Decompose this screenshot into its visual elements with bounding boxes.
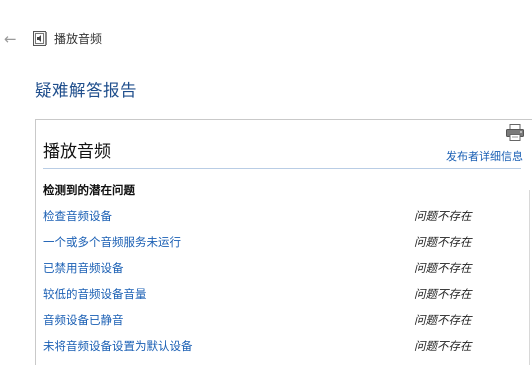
section-divider: [43, 168, 521, 169]
scrollbar-track[interactable]: [529, 190, 530, 365]
issue-row: 未将音频设备设置为默认设备 问题不存在: [43, 338, 483, 356]
app-title: 播放音频: [54, 32, 103, 46]
issue-row: 音频设备已静音 问题不存在: [43, 312, 483, 330]
issue-link[interactable]: 检查音频设备: [43, 208, 112, 224]
issue-status: 问题不存在: [414, 261, 472, 275]
issue-row: 较低的音频设备音量 问题不存在: [43, 286, 483, 304]
issue-link[interactable]: 一个或多个音频服务未运行: [43, 234, 181, 250]
back-arrow-icon: ←: [4, 30, 17, 48]
issue-status: 问题不存在: [414, 313, 472, 327]
issue-row: 一个或多个音频服务未运行 问题不存在: [43, 234, 483, 252]
issue-link[interactable]: 较低的音频设备音量: [43, 286, 147, 302]
issues-heading: 检测到的潜在问题: [43, 183, 135, 197]
issue-status: 问题不存在: [414, 209, 472, 223]
issue-link[interactable]: 已禁用音频设备: [43, 260, 124, 276]
report-title: 疑难解答报告: [35, 81, 137, 100]
issue-link[interactable]: 未将音频设备设置为默认设备: [43, 338, 193, 354]
back-button[interactable]: ←: [4, 30, 20, 48]
publisher-details-link[interactable]: 发布者详细信息: [446, 149, 523, 165]
issue-status: 问题不存在: [414, 235, 472, 249]
section-title: 播放音频: [43, 142, 111, 162]
issue-row: 检查音频设备 问题不存在: [43, 208, 483, 226]
printer-icon[interactable]: [506, 124, 524, 141]
troubleshooter-window: ← 播放音频 疑难解答报告 播放音频 发布者详细信息 检测到的潜在问题 检查音频…: [0, 0, 532, 365]
issue-link[interactable]: 音频设备已静音: [43, 312, 124, 328]
audio-troubleshooter-icon: [33, 31, 47, 46]
issue-row: 已禁用音频设备 问题不存在: [43, 260, 483, 278]
issue-status: 问题不存在: [414, 339, 472, 353]
issue-status: 问题不存在: [414, 287, 472, 301]
